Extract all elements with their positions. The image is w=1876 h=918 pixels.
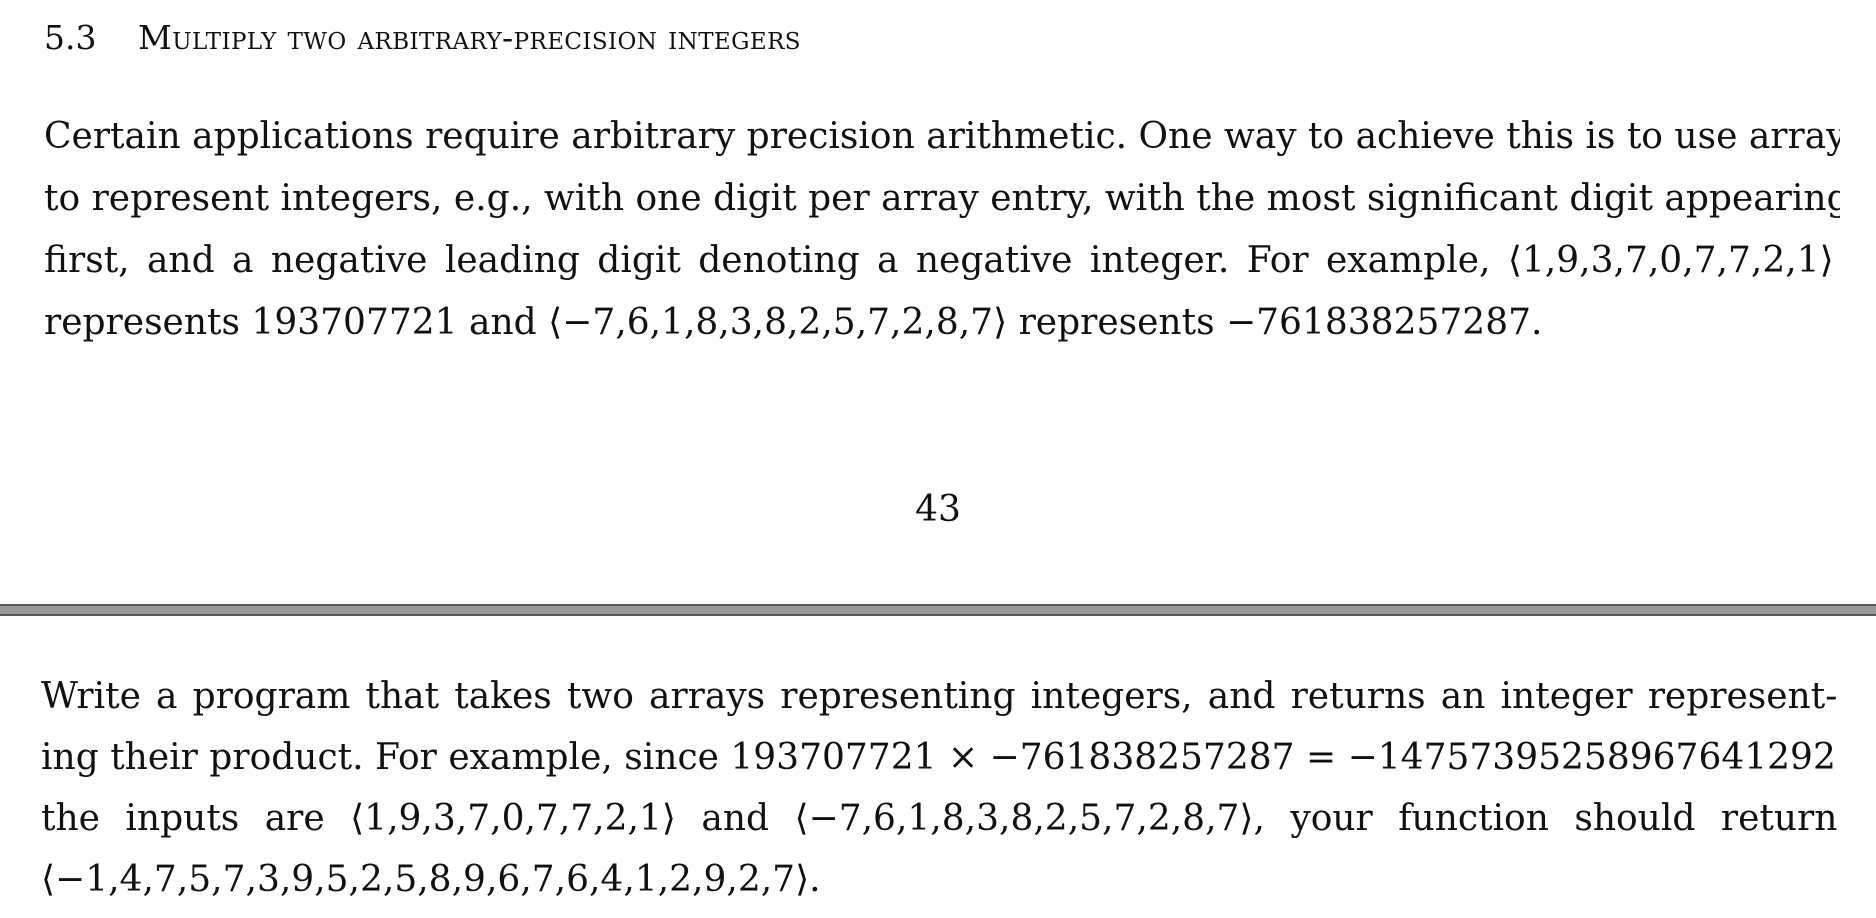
paragraph-line: represents 193707721 and ⟨−7,6,1,8,3,8,2… xyxy=(44,302,1543,343)
section-title: Multiply two arbitrary-precision integer… xyxy=(138,18,801,57)
page-divider xyxy=(0,604,1876,616)
page-number: 43 xyxy=(915,489,961,530)
paragraph-line: ing their product. For example, since 19… xyxy=(41,737,1837,778)
paragraph-line: to represent integers, e.g., with one di… xyxy=(44,178,1840,219)
paragraph-line: first, and a negative leading digit deno… xyxy=(44,240,1834,281)
paragraph-line: Write a program that takes two arrays re… xyxy=(41,676,1837,717)
problem-paragraph: Write a program that takes two arrays re… xyxy=(41,666,1837,910)
section-heading: 5.3 Multiply two arbitrary-precision inte… xyxy=(44,16,801,60)
paragraph-line: the inputs are ⟨1,9,3,7,0,7,7,2,1⟩ and ⟨… xyxy=(41,798,1837,839)
page-top: 5.3 Multiply two arbitrary-precision inte… xyxy=(0,0,1876,604)
intro-paragraph: Certain applications require arbitrary p… xyxy=(44,106,1840,354)
paragraph-line: ⟨−1,4,7,5,7,3,9,5,2,5,8,9,6,7,6,4,1,2,9,… xyxy=(41,859,821,900)
paragraph-line: Certain applications require arbitrary p… xyxy=(44,116,1840,157)
section-number: 5.3 xyxy=(44,18,97,57)
